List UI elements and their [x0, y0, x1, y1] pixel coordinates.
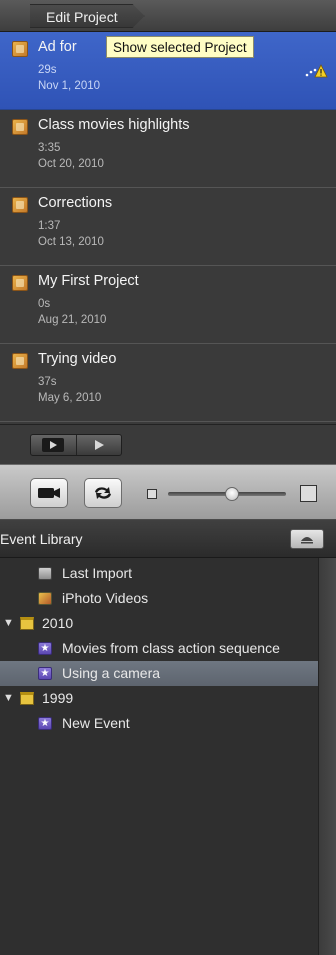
full-screen-play-icon: [42, 438, 65, 452]
event-year-2010[interactable]: ▼ 2010: [0, 611, 318, 636]
project-title: Class movies highlights: [38, 117, 190, 133]
project-date: Aug 21, 2010: [38, 314, 107, 326]
warning-icon: [305, 64, 328, 78]
event-list-scrollbar[interactable]: [318, 558, 336, 955]
swap-events-projects-button[interactable]: [84, 478, 122, 508]
event-item-new-event[interactable]: ★ New Event: [0, 711, 318, 736]
project-icon: [12, 41, 28, 57]
event-library-list: Last Import iPhoto Videos ▼ 2010 ★ Movie…: [0, 558, 318, 955]
event-library-title: Event Library: [0, 531, 83, 547]
iphoto-icon: [38, 592, 52, 605]
swap-icon: [95, 487, 111, 499]
event-item-label: Using a camera: [62, 665, 161, 681]
project-duration: 29s: [38, 64, 57, 76]
project-icon: [12, 353, 28, 369]
project-duration: 1:37: [38, 220, 61, 232]
event-star-icon: ★: [38, 642, 52, 655]
event-item-label: iPhoto Videos: [62, 590, 149, 606]
project-list: Ad for 29s Nov 1, 2010 Show selected Pro…: [0, 32, 336, 424]
play-full-screen-button[interactable]: [31, 435, 76, 455]
event-item-label: 1999: [42, 690, 74, 706]
event-star-icon: ★: [38, 717, 52, 730]
event-item-using-a-camera[interactable]: ★ Using a camera: [0, 661, 318, 686]
camera-import-button[interactable]: [30, 478, 68, 508]
project-title: Trying video: [38, 351, 117, 367]
event-star-icon: ★: [38, 667, 52, 680]
play-icon: [94, 440, 104, 450]
project-item[interactable]: Corrections 1:37 Oct 13, 2010: [0, 188, 336, 266]
eject-icon: [301, 537, 313, 544]
disclosure-triangle[interactable]: ▼: [3, 686, 14, 711]
event-item-label: Last Import: [62, 565, 133, 581]
project-item[interactable]: Class movies highlights 3:35 Oct 20, 201…: [0, 110, 336, 188]
calendar-icon: [20, 617, 34, 630]
playback-controls: [30, 434, 122, 456]
event-item-label: 2010: [42, 615, 74, 631]
project-title: Corrections: [38, 195, 113, 211]
project-duration: 3:35: [38, 142, 61, 154]
project-item[interactable]: Ad for 29s Nov 1, 2010 Show selected Pro…: [0, 32, 336, 110]
event-item-movies-from-class[interactable]: ★ Movies from class action sequence: [0, 636, 318, 661]
playback-bar: [0, 424, 336, 464]
project-title: My First Project: [38, 273, 139, 289]
project-item[interactable]: Trying video 37s May 6, 2010: [0, 344, 336, 422]
camera-icon: [38, 488, 60, 498]
calendar-icon: [20, 692, 34, 705]
small-thumbnail-icon: [147, 489, 157, 499]
project-date: Oct 20, 2010: [38, 158, 104, 170]
eject-button[interactable]: [290, 529, 324, 549]
tooltip: Show selected Project: [106, 36, 254, 58]
project-icon: [12, 119, 28, 135]
thumbnail-size-slider[interactable]: [168, 487, 286, 501]
project-duration: 0s: [38, 298, 51, 310]
event-library-header: Event Library: [0, 520, 336, 558]
play-button[interactable]: [75, 435, 122, 455]
project-header: Edit Project: [0, 0, 336, 32]
project-icon: [12, 197, 28, 213]
project-date: Oct 13, 2010: [38, 236, 104, 248]
project-item[interactable]: My First Project 0s Aug 21, 2010: [0, 266, 336, 344]
event-item-last-import[interactable]: Last Import: [0, 561, 318, 586]
event-item-iphoto-videos[interactable]: iPhoto Videos: [0, 586, 318, 611]
disclosure-triangle[interactable]: ▼: [3, 611, 14, 636]
project-date: May 6, 2010: [38, 392, 102, 404]
slider-thumb[interactable]: [225, 487, 240, 501]
last-import-icon: [38, 567, 52, 580]
library-toolbar: [0, 464, 336, 520]
project-duration: 37s: [38, 376, 57, 388]
event-item-label: New Event: [62, 715, 130, 731]
project-date: Nov 1, 2010: [38, 80, 101, 92]
event-item-label: Movies from class action sequence: [62, 640, 280, 656]
large-thumbnail-icon: [300, 485, 317, 502]
breadcrumb-edit-project[interactable]: Edit Project: [30, 4, 145, 28]
event-year-1999[interactable]: ▼ 1999: [0, 686, 318, 711]
project-icon: [12, 275, 28, 291]
